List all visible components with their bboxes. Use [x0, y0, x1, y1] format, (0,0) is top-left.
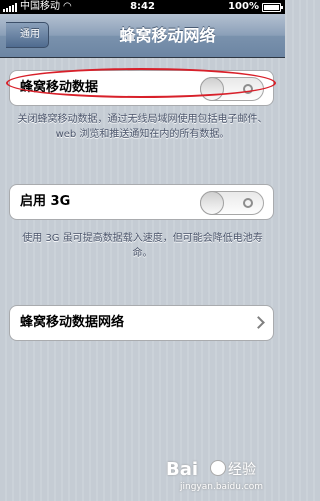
cellular-data-footer: 关闭蜂窝移动数据，通过无线局域网使用包括电子邮件、web 浏览和推送通知在内的所…	[17, 114, 268, 140]
watermark-url: jingyan.baidu.com	[180, 482, 264, 492]
enable-3g-footer: 使用 3G 虽可提高数据载入速度，但可能会降低电池寿命。	[22, 233, 263, 259]
enable-3g-toggle[interactable]	[200, 191, 264, 215]
enable-3g-row: 启用 3G	[9, 184, 274, 220]
navigation-bar: 通用 蜂窝移动网络	[0, 14, 285, 58]
cellular-network-label: 蜂窝移动数据网络	[20, 315, 125, 330]
watermark-logo: Bai	[166, 459, 199, 480]
battery-icon	[262, 2, 283, 12]
back-button-label: 通用	[20, 29, 40, 40]
battery-percent: 100%	[228, 1, 259, 12]
enable-3g-label: 启用 3G	[20, 194, 71, 209]
status-right: 100%	[228, 0, 283, 14]
toggle-off-icon	[243, 198, 253, 208]
paw-icon	[210, 460, 226, 476]
toggle-knob	[200, 191, 224, 215]
watermark-brand: 经验	[228, 462, 256, 478]
chevron-right-icon	[252, 316, 265, 329]
cellular-network-row[interactable]: 蜂窝移动数据网络	[9, 305, 274, 341]
red-highlight-ellipse	[6, 68, 276, 98]
status-bar: 中国移动 ◠ 8:42 100%	[0, 0, 285, 14]
baidu-watermark: Bai 经验 jingyan.baidu.com	[146, 455, 286, 499]
page-title: 蜂窝移动网络	[119, 26, 216, 45]
back-button[interactable]: 通用	[6, 22, 49, 48]
